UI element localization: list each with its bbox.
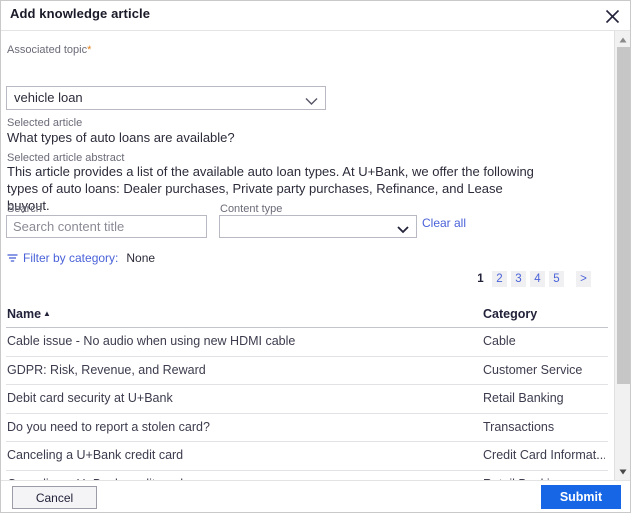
cell-category: Transactions <box>483 419 555 434</box>
cancel-button[interactable]: Cancel <box>12 486 97 509</box>
scroll-down-arrow-icon[interactable] <box>615 465 630 479</box>
scrollbar-thumb[interactable] <box>617 47 630 384</box>
modal-header: Add knowledge article <box>1 1 630 31</box>
search-input[interactable] <box>6 215 207 238</box>
filter-by-category-value: None <box>126 251 156 265</box>
content-type-select[interactable] <box>219 215 417 238</box>
pagination: 1 2 3 4 5 > <box>473 271 591 287</box>
filter-icon <box>7 253 18 264</box>
table-row[interactable]: GDPR: Risk, Revenue, and Reward Customer… <box>6 357 608 385</box>
cell-name: GDPR: Risk, Revenue, and Reward <box>7 362 206 377</box>
associated-topic-select[interactable]: vehicle loan <box>6 86 326 110</box>
filter-by-category[interactable]: Filter by category: None <box>7 251 155 265</box>
page-title: Add knowledge article <box>10 6 151 21</box>
associated-topic-label: Associated topic* <box>7 43 91 57</box>
page-next-button[interactable]: > <box>576 271 591 287</box>
cell-name: Do you need to report a stolen card? <box>7 419 210 434</box>
chevron-down-icon <box>397 221 409 239</box>
page-button-1: 1 <box>477 273 484 285</box>
table-row[interactable]: Debit card security at U+Bank Retail Ban… <box>6 385 608 414</box>
selected-article-label: Selected article <box>7 117 83 129</box>
sort-ascending-icon: ▲ <box>43 309 51 318</box>
associated-topic-label-text: Associated topic <box>7 44 88 56</box>
cell-category: Customer Service <box>483 362 583 377</box>
filter-by-category-label[interactable]: Filter by category: <box>23 251 118 265</box>
scroll-up-arrow-icon[interactable] <box>615 33 630 47</box>
submit-button[interactable]: Submit <box>541 485 621 509</box>
cell-category: Cable <box>483 334 516 348</box>
table-header-row: Name ▲ Category <box>6 303 608 328</box>
content-type-label: Content type <box>220 203 283 215</box>
chevron-down-icon <box>305 93 318 111</box>
selected-article-value: What types of auto loans are available? <box>7 130 235 145</box>
column-header-name[interactable]: Name ▲ <box>7 307 51 321</box>
search-label: Search <box>7 203 42 215</box>
clear-all-link[interactable]: Clear all <box>422 216 466 230</box>
cell-name: Canceling a U+Bank credit card <box>7 448 184 462</box>
modal-footer: Cancel Submit <box>1 480 630 512</box>
articles-table: Name ▲ Category Cable issue - No audio w… <box>6 303 608 499</box>
close-icon[interactable] <box>601 5 623 27</box>
add-knowledge-article-modal: Add knowledge article Associated topic* … <box>0 0 631 513</box>
table-row[interactable]: Do you need to report a stolen card? Tra… <box>6 414 608 442</box>
column-header-category[interactable]: Category <box>483 307 537 321</box>
cell-category: Retail Banking <box>483 391 564 405</box>
vertical-scrollbar[interactable] <box>614 31 630 481</box>
page-button-5[interactable]: 5 <box>549 271 564 287</box>
column-header-name-label: Name <box>7 307 42 321</box>
associated-topic-value: vehicle loan <box>14 90 83 105</box>
required-marker: * <box>87 44 92 56</box>
modal-body: Associated topic* vehicle loan Selected … <box>1 31 613 499</box>
cell-category: Credit Card Informat... <box>483 448 605 462</box>
column-header-category-label: Category <box>483 307 538 321</box>
cell-name: Cable issue - No audio when using new HD… <box>7 334 296 348</box>
table-row[interactable]: Canceling a U+Bank credit card Credit Ca… <box>6 442 608 471</box>
cell-name: Debit card security at U+Bank <box>7 391 173 405</box>
page-button-3[interactable]: 3 <box>511 271 526 287</box>
page-button-4[interactable]: 4 <box>530 271 545 287</box>
page-button-2[interactable]: 2 <box>492 271 507 287</box>
table-row[interactable]: Cable issue - No audio when using new HD… <box>6 328 608 357</box>
